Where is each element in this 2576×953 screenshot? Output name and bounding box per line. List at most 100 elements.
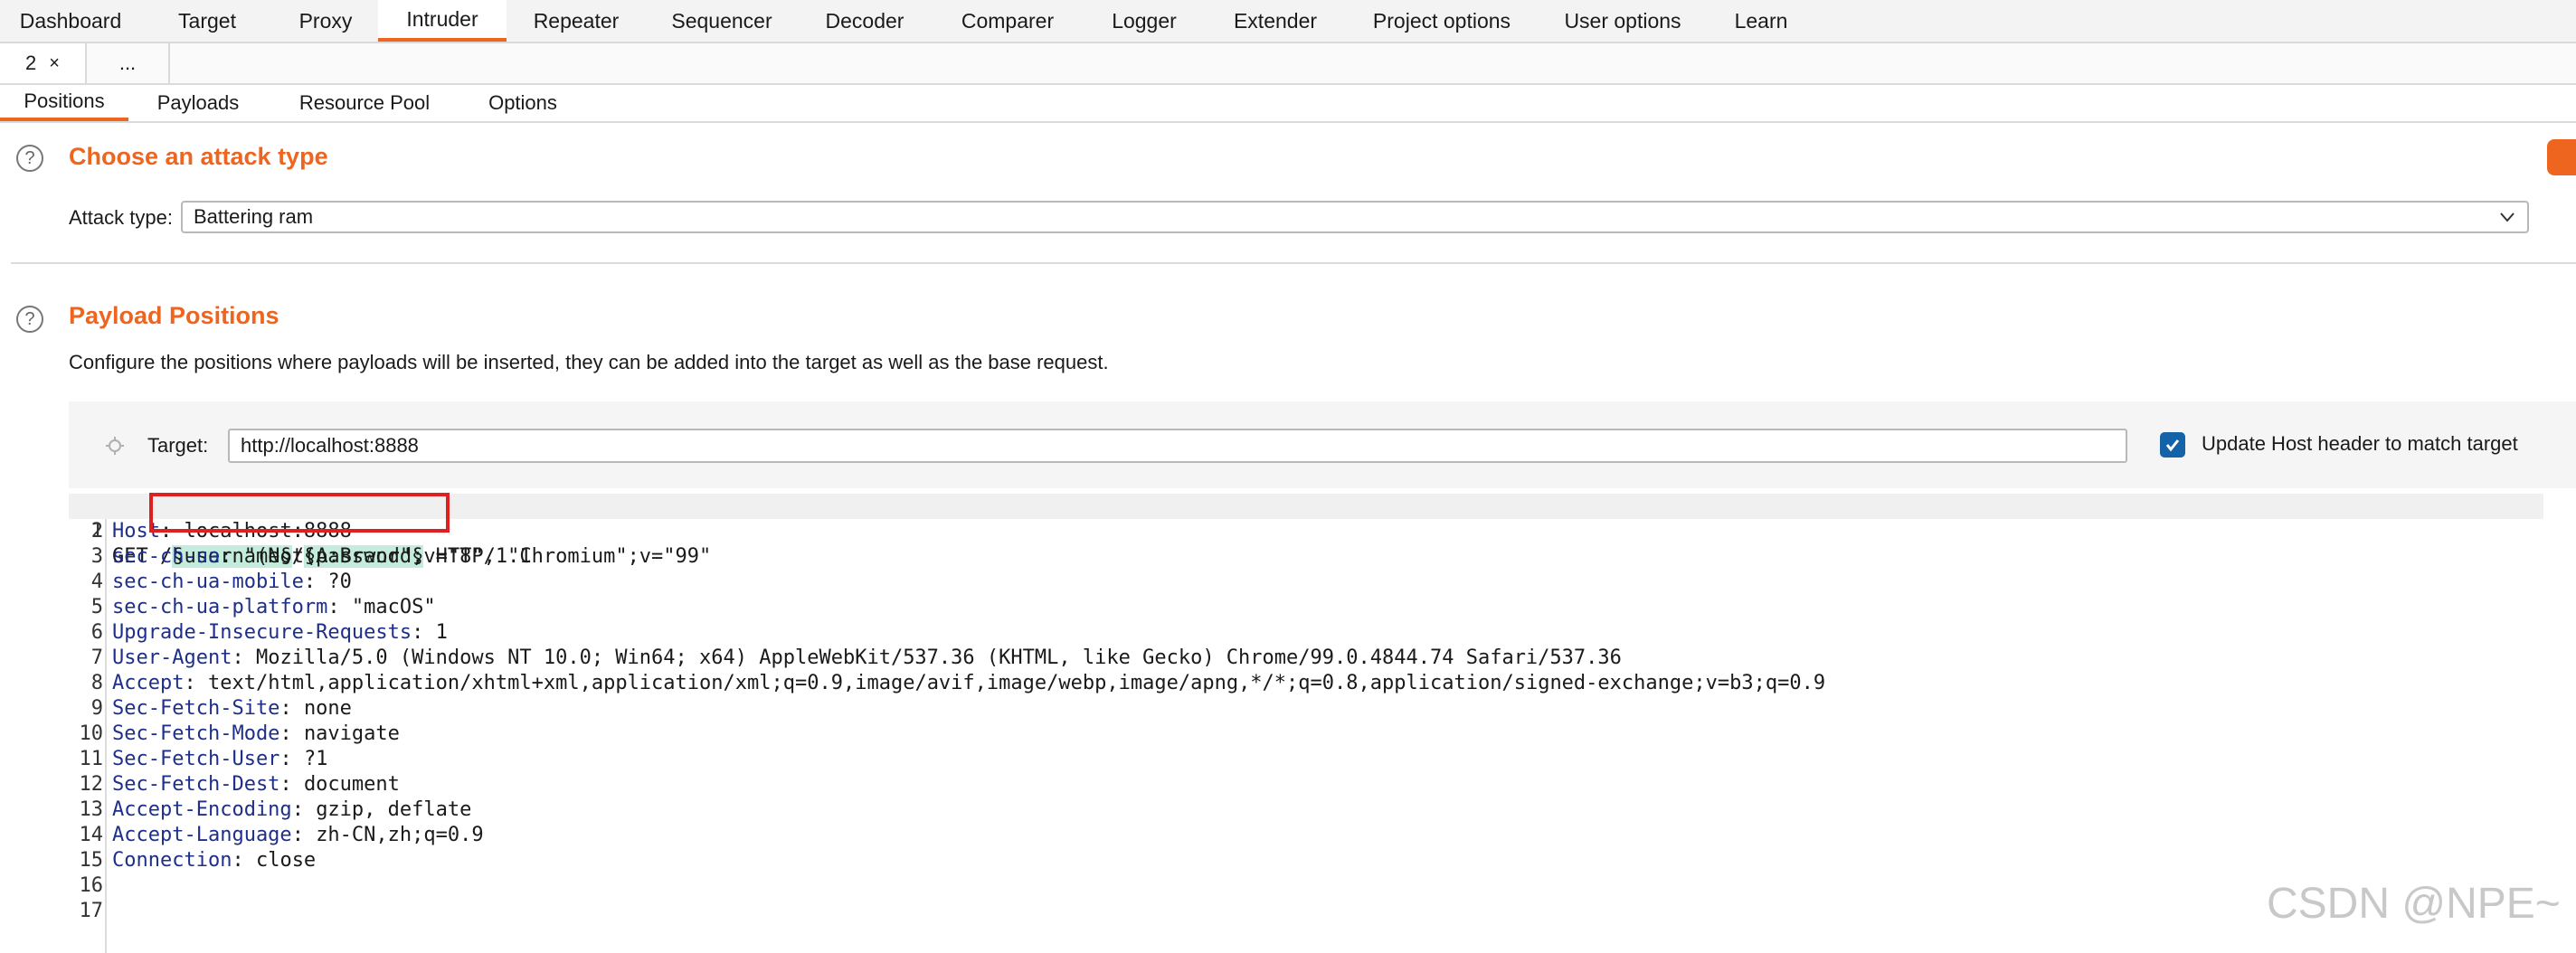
header-line: Accept-Encoding: gzip, deflate <box>112 797 471 823</box>
check-icon <box>2165 439 2180 452</box>
intruder-sub-tab-bar: Positions Payloads Resource Pool Options <box>0 85 2576 123</box>
tab-positions[interactable]: Positions <box>0 85 128 121</box>
request-line: 12 Sec-Fetch-Dest: document <box>69 772 2543 797</box>
line-number: 16 <box>79 874 104 897</box>
header-colon: : <box>279 773 304 796</box>
line-number: 2 <box>90 520 103 543</box>
header-line: Accept: text/html,application/xhtml+xml,… <box>112 671 1825 696</box>
tab-target[interactable]: Target <box>141 0 273 42</box>
header-value: text/html,application/xhtml+xml,applicat… <box>207 672 1826 694</box>
header-key: Accept-Encoding <box>112 798 292 821</box>
header-key: Sec-Fetch-Dest <box>112 773 280 796</box>
attack-type-value: Battering ram <box>194 205 314 228</box>
header-value: zh-CN,zh;q=0.9 <box>316 824 484 846</box>
header-key: Sec-Fetch-Site <box>112 697 280 720</box>
header-value: navigate <box>303 722 400 745</box>
header-value: close <box>255 849 317 872</box>
new-tab-button[interactable]: ... <box>87 43 170 83</box>
tab-options[interactable]: Options <box>461 85 584 121</box>
header-line: Sec-Fetch-Mode: navigate <box>112 722 400 747</box>
line-number: 13 <box>79 798 104 821</box>
request-line: 10 Sec-Fetch-Mode: navigate <box>69 722 2543 747</box>
line-number: 14 <box>79 824 104 846</box>
header-key: Sec-Fetch-Mode <box>112 722 280 745</box>
request-line: 7 User-Agent: Mozilla/5.0 (Windows NT 10.… <box>69 646 2543 671</box>
request-line: 3 sec-ch-ua: "(Not(A:Brand";v="8", "Chrom… <box>69 544 2543 570</box>
update-host-checkbox[interactable] <box>2160 432 2185 458</box>
request-line: 14 Accept-Language: zh-CN,zh;q=0.9 <box>69 823 2543 848</box>
header-line: sec-ch-ua-platform: "macOS" <box>112 595 436 620</box>
header-key: Upgrade-Insecure-Requests <box>112 621 412 644</box>
header-line: Sec-Fetch-Site: none <box>112 696 352 722</box>
tab-decoder[interactable]: Decoder <box>798 0 932 42</box>
request-line: 8 Accept: text/html,application/xhtml+xml… <box>69 671 2543 696</box>
header-value: Mozilla/5.0 (Windows NT 10.0; Win64; x64… <box>255 646 1622 669</box>
request-tab-2[interactable]: 2 × <box>0 43 87 83</box>
header-key: Accept-Language <box>112 824 292 846</box>
payload-positions-description: Configure the positions where payloads w… <box>69 351 1109 373</box>
request-line: 9 Sec-Fetch-Site: none <box>69 696 2543 722</box>
tab-dashboard[interactable]: Dashboard <box>0 0 141 42</box>
tab-sequencer[interactable]: Sequencer <box>646 0 798 42</box>
request-tab-bar: 2 × ... <box>0 43 2576 85</box>
annotation-highlight-box <box>149 493 450 533</box>
request-line: 17 <box>69 899 2543 924</box>
tab-logger[interactable]: Logger <box>1084 0 1205 42</box>
header-key: sec-ch-ua <box>112 545 221 568</box>
line-number: 17 <box>79 900 104 922</box>
tab-payloads[interactable]: Payloads <box>128 85 268 121</box>
header-colon: : <box>232 849 256 872</box>
tab-project-options[interactable]: Project options <box>1346 0 1538 42</box>
header-colon: : <box>279 722 304 745</box>
help-icon[interactable]: ? <box>16 145 43 172</box>
attack-type-select[interactable]: Battering ram <box>181 201 2529 233</box>
header-key: User-Agent <box>112 646 232 669</box>
header-colon: : <box>220 545 244 568</box>
tab-learn[interactable]: Learn <box>1708 0 1814 42</box>
header-value: "macOS" <box>351 596 436 618</box>
header-line: Sec-Fetch-User: ?1 <box>112 747 327 772</box>
line-number: 5 <box>90 596 103 618</box>
header-colon: : <box>291 824 317 846</box>
request-editor[interactable]: 1 GET /§username§/§password§ HTTP/1.1 2H… <box>69 494 2576 953</box>
line-number: 8 <box>90 672 103 694</box>
line-number: 10 <box>79 722 104 745</box>
request-line: 13 Accept-Encoding: gzip, deflate <box>69 797 2543 823</box>
tab-user-options[interactable]: User options <box>1538 0 1708 42</box>
header-colon: : <box>303 571 328 593</box>
request-line: 4 sec-ch-ua-mobile: ?0 <box>69 570 2543 595</box>
header-value: document <box>303 773 400 796</box>
tab-resource-pool[interactable]: Resource Pool <box>268 85 461 121</box>
line-number: 3 <box>90 545 103 568</box>
start-attack-button[interactable] <box>2547 139 2576 175</box>
help-icon[interactable]: ? <box>16 306 43 333</box>
header-key: Sec-Fetch-User <box>112 748 280 770</box>
tab-intruder[interactable]: Intruder <box>378 0 507 42</box>
target-input[interactable]: http://localhost:8888 <box>228 429 2127 463</box>
request-line: 6 Upgrade-Insecure-Requests: 1 <box>69 620 2543 646</box>
header-value: ?0 <box>327 571 352 593</box>
tab-comparer[interactable]: Comparer <box>932 0 1084 42</box>
header-line: Connection: close <box>112 848 316 873</box>
tab-repeater[interactable]: Repeater <box>507 0 646 42</box>
header-value: gzip, deflate <box>316 798 472 821</box>
line-number: 11 <box>79 748 104 770</box>
header-line: Upgrade-Insecure-Requests: 1 <box>112 620 448 646</box>
crosshair-icon[interactable] <box>105 436 125 456</box>
line-number: 12 <box>79 773 104 796</box>
header-colon: : <box>327 596 352 618</box>
request-line: 5 sec-ch-ua-platform: "macOS" <box>69 595 2543 620</box>
line-number: 4 <box>90 571 103 593</box>
update-host-label: Update Host header to match target <box>2202 432 2518 455</box>
header-key: Accept <box>112 672 185 694</box>
header-value: "(Not(A:Brand";v="8", "Chromium";v="99" <box>243 545 712 568</box>
header-line: sec-ch-ua: "(Not(A:Brand";v="8", "Chromi… <box>112 544 711 570</box>
tab-extender[interactable]: Extender <box>1205 0 1346 42</box>
header-key: sec-ch-ua-mobile <box>112 571 304 593</box>
tab-proxy[interactable]: Proxy <box>273 0 378 42</box>
close-icon[interactable]: × <box>49 53 60 74</box>
header-colon: : <box>279 748 304 770</box>
header-colon: : <box>184 672 208 694</box>
header-colon: : <box>412 621 436 644</box>
request-tab-label: 2 <box>25 52 37 74</box>
